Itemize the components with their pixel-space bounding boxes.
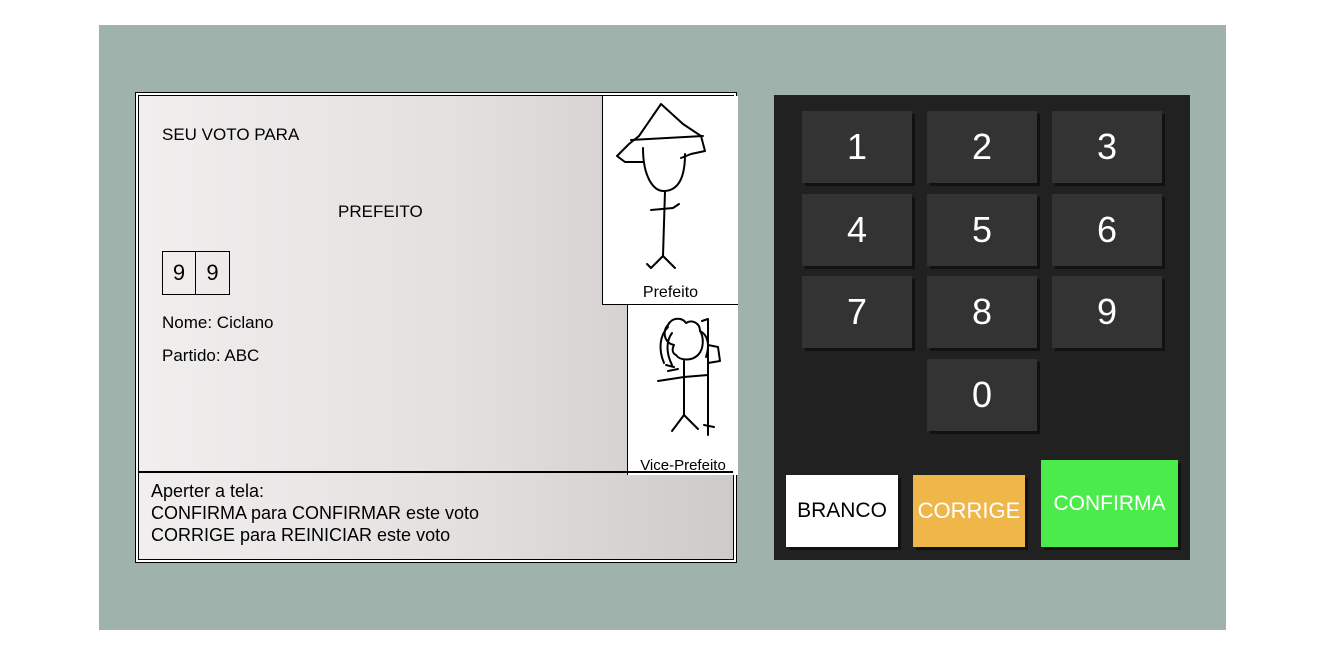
blank-vote-button[interactable]: BRANCO (786, 475, 898, 547)
key-1[interactable]: 1 (802, 111, 912, 183)
key-7[interactable]: 7 (802, 276, 912, 348)
vote-area: SEU VOTO PARA PREFEITO 9 9 Nome: Ciclano… (139, 96, 738, 476)
key-5[interactable]: 5 (927, 194, 1037, 266)
mayor-drawing (616, 103, 706, 269)
key-2[interactable]: 2 (927, 111, 1037, 183)
keypad: 1 2 3 4 5 6 7 8 9 0 BRANCO CORRIGE CONFI… (774, 95, 1190, 560)
voting-screen: SEU VOTO PARA PREFEITO 9 9 Nome: Ciclano… (135, 92, 738, 563)
voting-screen-inner: SEU VOTO PARA PREFEITO 9 9 Nome: Ciclano… (138, 95, 738, 560)
instruction-line: CORRIGE para REINICIAR este voto (151, 525, 451, 545)
number-digit-1: 9 (162, 251, 196, 295)
voting-machine: SEU VOTO PARA PREFEITO 9 9 Nome: Ciclano… (99, 25, 1226, 630)
mayor-photo: Prefeito (602, 96, 738, 305)
key-6[interactable]: 6 (1052, 194, 1162, 266)
instruction-line: Aperter a tela: (151, 481, 265, 501)
key-8[interactable]: 8 (927, 276, 1037, 348)
number-digit-2: 9 (196, 251, 230, 295)
instruction-line: CONFIRMA para CONFIRMAR este voto (151, 503, 480, 523)
candidate-party: Partido: ABC (162, 346, 260, 365)
instructions: Aperter a tela: CONFIRMA para CONFIRMAR … (139, 471, 733, 559)
vote-for-label: SEU VOTO PARA (162, 125, 300, 144)
vice-mayor-photo: Vice-Prefeito (627, 305, 738, 475)
confirm-button[interactable]: CONFIRMA (1041, 460, 1178, 547)
mayor-photo-caption: Prefeito (642, 284, 699, 301)
key-3[interactable]: 3 (1052, 111, 1162, 183)
candidate-number: 9 9 (162, 251, 230, 295)
office-title: PREFEITO (338, 202, 423, 221)
candidate-name: Nome: Ciclano (162, 313, 274, 332)
key-9[interactable]: 9 (1052, 276, 1162, 348)
correct-button[interactable]: CORRIGE (913, 475, 1025, 547)
vice-mayor-drawing (657, 317, 721, 436)
key-0[interactable]: 0 (927, 359, 1037, 431)
key-4[interactable]: 4 (802, 194, 912, 266)
